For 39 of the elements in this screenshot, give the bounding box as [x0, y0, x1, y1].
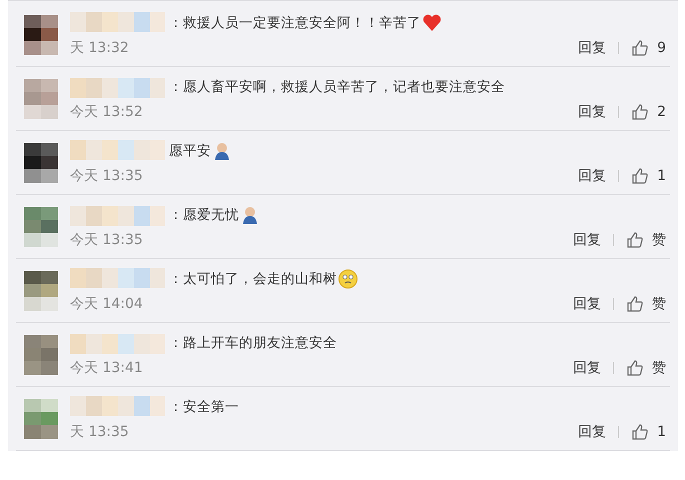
comment-time: 今天 13:41	[70, 359, 143, 377]
praying-figure-icon	[212, 141, 232, 161]
praying-figure-icon	[240, 205, 260, 225]
comment-text: ：愿爱无忧	[169, 206, 239, 224]
comment-time: 今天 14:04	[70, 295, 143, 313]
thumbs-up-icon[interactable]	[631, 423, 650, 441]
like-count[interactable]: 赞	[652, 359, 666, 377]
like-count[interactable]: 2	[657, 104, 666, 120]
thumbs-up-icon[interactable]	[626, 359, 644, 377]
thumbs-up-icon[interactable]	[631, 39, 650, 57]
comment-time: 今天 13:35	[70, 231, 143, 249]
heart-icon	[422, 13, 442, 33]
comment-text: ：路上开车的朋友注意安全	[169, 334, 337, 352]
thumbs-up-icon[interactable]	[631, 167, 650, 185]
comment-text: ：安全第一	[169, 398, 239, 416]
reply-link[interactable]: 回复	[578, 39, 606, 57]
thumbs-up-icon[interactable]	[626, 231, 644, 249]
comment-text: ：愿人畜平安啊，救援人员辛苦了，记者也要注意安全	[169, 78, 505, 96]
comment-text: ：救援人员一定要注意安全阿！！辛苦了	[169, 14, 421, 32]
reply-link[interactable]: 回复	[578, 167, 606, 185]
comment-text: ：太可怕了，会走的山和树	[169, 270, 337, 288]
like-count[interactable]: 9	[657, 40, 666, 56]
comment-time: 天 13:32	[70, 39, 129, 57]
like-count[interactable]: 1	[657, 424, 666, 440]
reply-link[interactable]: 回复	[573, 231, 601, 249]
thumbs-up-icon[interactable]	[626, 295, 644, 313]
like-count[interactable]: 1	[657, 168, 666, 184]
thumbs-up-icon[interactable]	[631, 103, 650, 121]
reply-link[interactable]: 回复	[578, 103, 606, 121]
comment-time: 天 13:35	[70, 423, 129, 441]
worried-face-icon	[338, 269, 358, 289]
comment-text: 愿平安	[169, 142, 211, 160]
comment-time: 今天 13:35	[70, 167, 143, 185]
reply-link[interactable]: 回复	[578, 423, 606, 441]
like-count[interactable]: 赞	[652, 231, 666, 249]
comment-time: 今天 13:52	[70, 103, 143, 121]
reply-link[interactable]: 回复	[573, 359, 601, 377]
reply-link[interactable]: 回复	[573, 295, 601, 313]
like-count[interactable]: 赞	[652, 295, 666, 313]
